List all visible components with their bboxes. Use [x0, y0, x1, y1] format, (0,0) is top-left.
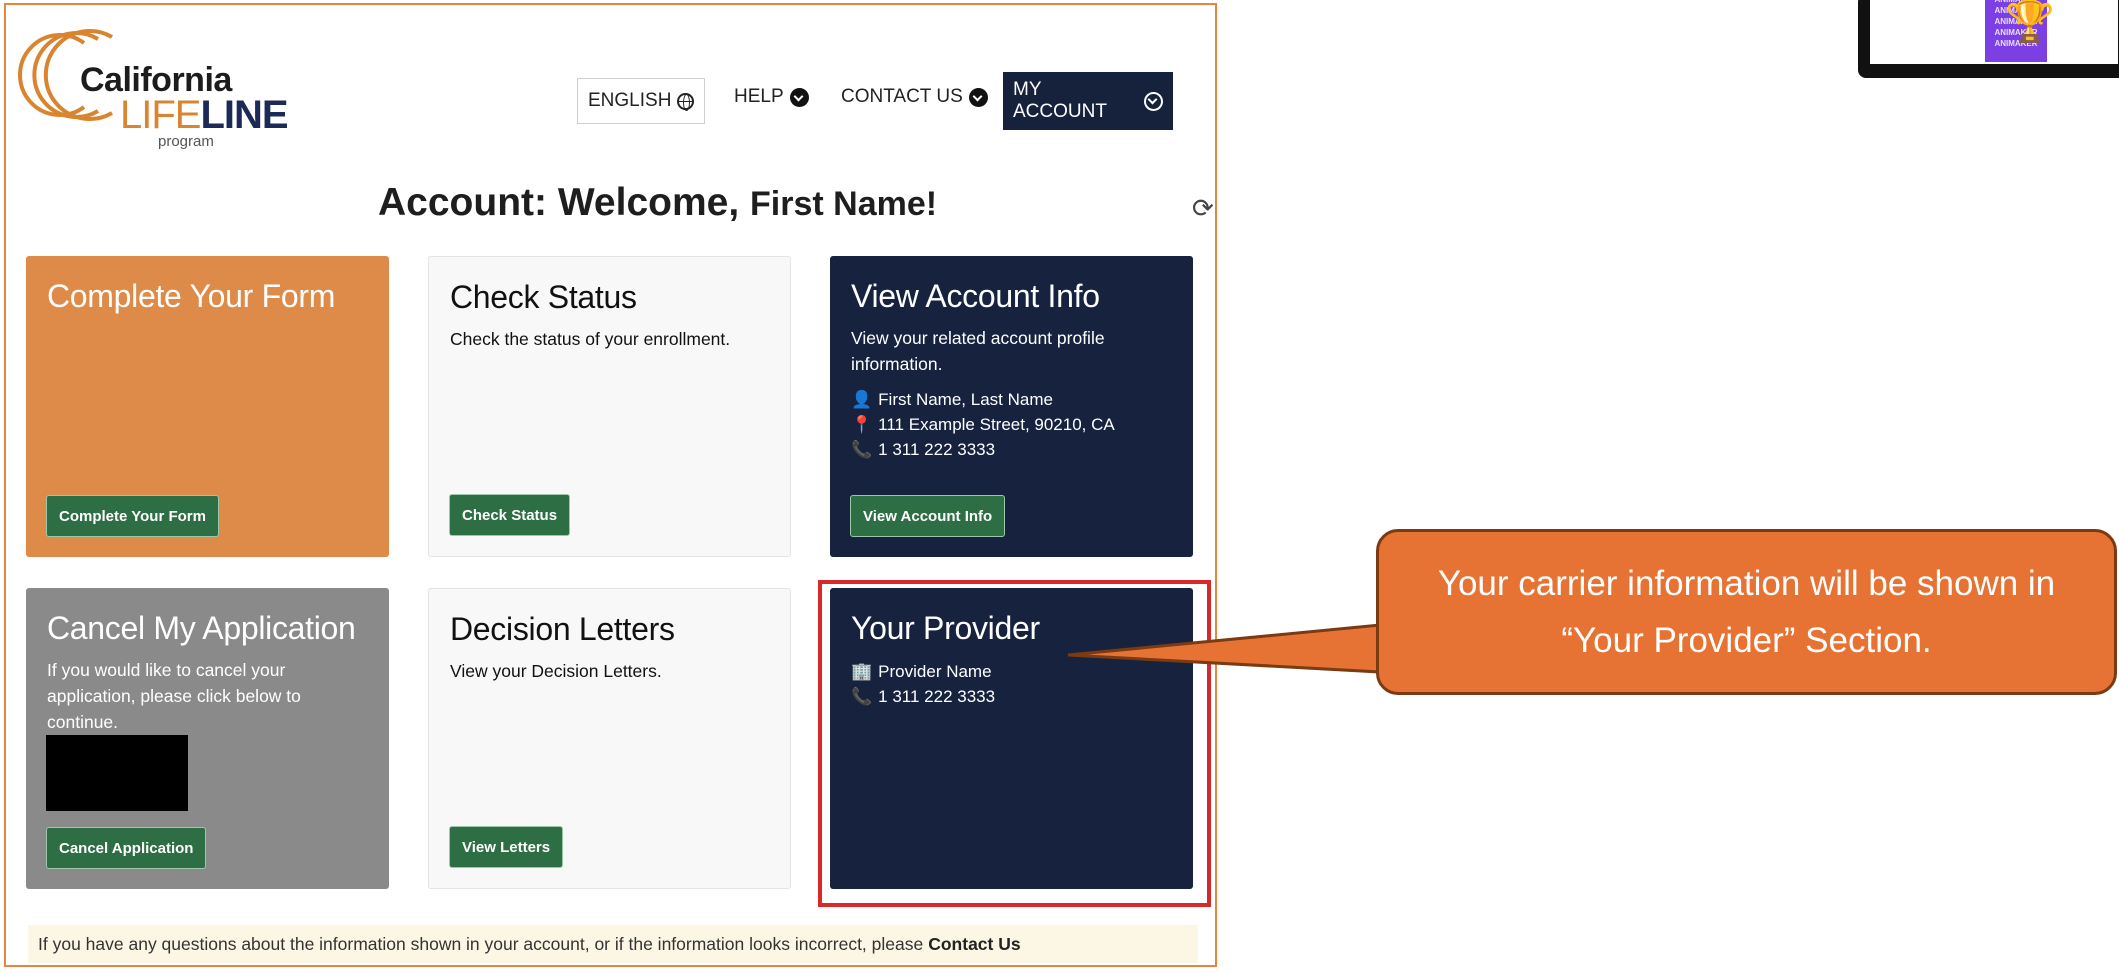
logo-life-text: LIFE	[120, 93, 201, 137]
map-pin-icon: 📍	[851, 415, 873, 434]
thumbnail-image: ANIMAKER ANIMAKER ANIMAKER ANIMAKER ANIM…	[1870, 0, 2118, 64]
view-account-info-card: View Account Info View your related acco…	[830, 256, 1193, 557]
footer-help-bar: If you have any questions about the info…	[28, 925, 1198, 963]
globe-icon	[677, 92, 694, 111]
cancel-application-card: Cancel My Application If you would like …	[26, 588, 389, 889]
account-address: 111 Example Street, 90210, CA	[878, 415, 1115, 434]
user-icon: 👤	[851, 390, 873, 409]
account-name-row: 👤 First Name, Last Name	[851, 387, 1172, 412]
card-description: Check the status of your enrollment.	[450, 329, 731, 349]
complete-form-card: Complete Your Form Complete Your Form	[26, 256, 389, 557]
annotation-callout: Your carrier information will be shown i…	[1376, 529, 2117, 695]
footer-text: If you have any questions about the info…	[38, 933, 924, 954]
card-title: Decision Letters	[450, 611, 675, 647]
card-description: If you would like to cancel your applica…	[47, 660, 301, 732]
redacted-block	[46, 735, 188, 811]
card-title: View Account Info	[851, 278, 1100, 314]
my-account-menu[interactable]: MY ACCOUNT	[1003, 72, 1173, 130]
contact-menu[interactable]: CONTACT US	[831, 75, 998, 119]
page-title: Account: Welcome, First Name!	[378, 181, 937, 225]
logo-lifeline-text: LIFELINE	[120, 93, 289, 138]
chevron-down-icon	[789, 87, 809, 107]
contact-label: CONTACT US	[841, 86, 963, 107]
view-account-info-button[interactable]: View Account Info	[850, 495, 1006, 537]
my-account-label: MY ACCOUNT	[1013, 79, 1107, 122]
help-menu[interactable]: HELP	[724, 75, 819, 119]
cancel-application-button[interactable]: Cancel Application	[46, 827, 207, 869]
logo-line-text: LINE	[200, 93, 288, 137]
chevron-down-icon	[968, 87, 988, 107]
card-description: View your related account profile inform…	[851, 328, 1105, 374]
logo-program-text: program	[158, 133, 214, 150]
language-button[interactable]: ENGLISH	[577, 78, 705, 124]
complete-form-button[interactable]: Complete Your Form	[46, 495, 219, 537]
trophy-icon: 🏆	[2005, 0, 2055, 44]
account-address-row: 📍 111 Example Street, 90210, CA	[851, 412, 1172, 437]
card-title: Complete Your Form	[47, 278, 336, 314]
account-name: First Name, Last Name	[878, 390, 1053, 409]
provider-highlight-box	[818, 580, 1211, 907]
check-status-card: Check Status Check the status of your en…	[428, 256, 791, 557]
account-phone-row: 📞 1 311 222 3333	[851, 437, 1172, 462]
view-letters-button[interactable]: View Letters	[449, 826, 564, 868]
footer-contact-link[interactable]: Contact Us	[928, 934, 1020, 955]
language-label: ENGLISH	[588, 90, 672, 111]
account-phone: 1 311 222 3333	[878, 440, 996, 459]
video-thumbnail: ANIMAKER ANIMAKER ANIMAKER ANIMAKER ANIM…	[1858, 0, 2119, 78]
check-status-button[interactable]: Check Status	[449, 494, 571, 536]
card-title: Check Status	[450, 279, 637, 315]
refresh-icon[interactable]: ⟳	[1192, 193, 1214, 224]
app-screenshot: California LIFELINE program ENGLISH HELP…	[4, 3, 1217, 967]
welcome-prefix: Account: Welcome,	[378, 181, 740, 224]
user-first-name: First Name!	[750, 185, 938, 223]
decision-letters-card: Decision Letters View your Decision Lett…	[428, 588, 791, 889]
california-lifeline-logo[interactable]: California LIFELINE program	[12, 25, 312, 150]
help-label: HELP	[734, 86, 784, 107]
card-description: View your Decision Letters.	[450, 661, 662, 681]
callout-text: Your carrier information will be shown i…	[1437, 564, 2056, 660]
phone-icon: 📞	[851, 440, 873, 459]
chevron-down-icon	[1144, 91, 1163, 111]
card-title: Cancel My Application	[47, 610, 356, 646]
